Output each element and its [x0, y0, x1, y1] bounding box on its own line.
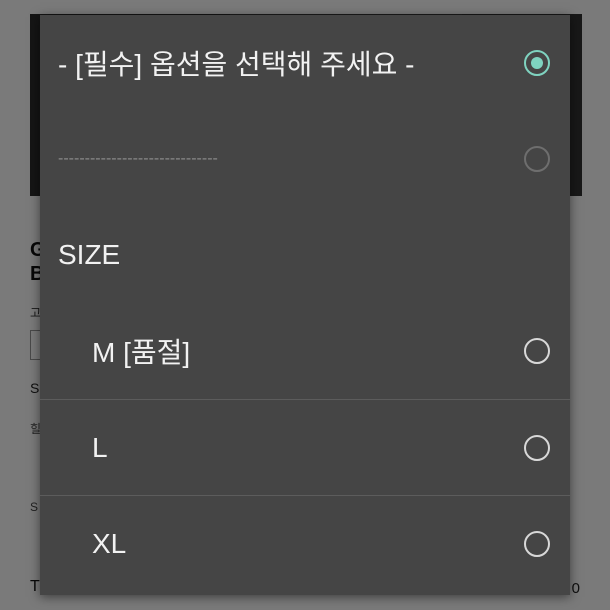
radio-unselected-icon[interactable]	[524, 530, 550, 557]
section-label: S	[30, 500, 39, 514]
radio-selected-icon[interactable]	[524, 50, 550, 76]
option-label: ------------------------------	[58, 150, 218, 167]
option-label: L	[92, 431, 108, 463]
option-item-xl[interactable]: XL	[40, 495, 570, 591]
option-label: - [필수] 옵션을 선택해 주세요 -	[58, 49, 415, 80]
option-group-header: SIZE	[40, 207, 570, 303]
group-header-label: SIZE	[58, 239, 121, 270]
radio-unselected-icon[interactable]	[524, 338, 550, 364]
product-title: G B	[30, 238, 40, 286]
option-dropdown-dialog: - [필수] 옵션을 선택해 주세요 - -------------------…	[40, 15, 570, 595]
product-title-line2: B	[30, 263, 40, 285]
product-title-line1: G	[30, 239, 40, 261]
option-item-separator: ------------------------------	[40, 111, 570, 207]
radio-unselected-icon[interactable]	[524, 434, 550, 461]
total-value: 0	[571, 580, 580, 597]
radio-disabled-icon	[524, 146, 550, 172]
option-item-l[interactable]: L	[40, 399, 570, 495]
option-item-placeholder[interactable]: - [필수] 옵션을 선택해 주세요 -	[40, 15, 570, 111]
option-item-m[interactable]: M [품절]	[40, 303, 570, 399]
info-label: 힐	[30, 422, 40, 436]
shipping-label: S	[30, 380, 40, 396]
option-label: XL	[92, 527, 127, 559]
option-label: M [품절]	[92, 337, 191, 368]
